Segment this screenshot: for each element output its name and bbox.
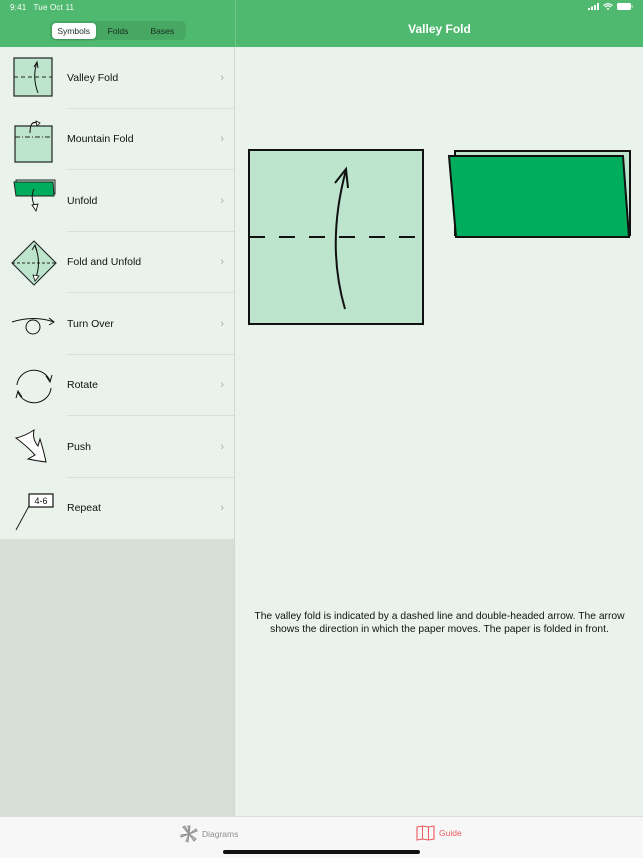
chevron-right-icon: › xyxy=(220,440,224,453)
list-item-label: Rotate xyxy=(67,379,98,392)
rotate-icon xyxy=(15,369,53,403)
repeat-badge: 4-6 xyxy=(34,496,47,506)
chevron-right-icon: › xyxy=(220,194,224,207)
chevron-right-icon: › xyxy=(220,379,224,392)
page-title: Valley Fold xyxy=(408,22,471,36)
symbol-list: Valley Fold › Mountain Fold › Unfold › F… xyxy=(0,47,234,539)
status-icons xyxy=(588,3,633,10)
tab-diagrams[interactable]: Diagrams xyxy=(180,825,238,843)
list-item-turn-over[interactable]: Turn Over › xyxy=(0,293,234,355)
turn-over-icon xyxy=(11,317,55,335)
status-time: 9:41 Tue Oct 11 xyxy=(10,3,74,12)
sidebar: Valley Fold › Mountain Fold › Unfold › F… xyxy=(0,47,235,816)
list-item-label: Valley Fold xyxy=(67,71,119,84)
status-date: Tue Oct 11 xyxy=(33,3,75,12)
segment-symbols[interactable]: Symbols xyxy=(51,22,96,39)
list-item-repeat[interactable]: 4-6 Repeat › xyxy=(0,478,234,540)
list-item-fold-and-unfold[interactable]: Fold and Unfold › xyxy=(0,232,234,293)
list-item-label: Mountain Fold xyxy=(67,133,134,146)
tab-guide-label: Guide xyxy=(439,828,462,838)
push-icon xyxy=(14,428,47,463)
list-item-label: Fold and Unfold xyxy=(67,256,142,269)
list-item-label: Turn Over xyxy=(67,317,114,330)
home-indicator[interactable] xyxy=(223,850,420,854)
fold-and-unfold-icon xyxy=(11,239,57,286)
cellular-signal-icon xyxy=(588,3,599,10)
list-item-unfold[interactable]: Unfold › xyxy=(0,170,234,232)
header: 9:41 Tue Oct 11 Symbols Folds Bases Vall… xyxy=(0,0,643,47)
segment-bases[interactable]: Bases xyxy=(140,23,184,39)
segmented-control: Symbols Folds Bases xyxy=(50,21,186,40)
list-item-push[interactable]: Push › xyxy=(0,416,234,478)
chevron-right-icon: › xyxy=(220,502,224,515)
segment-folds[interactable]: Folds xyxy=(96,23,140,39)
list-item-valley-fold[interactable]: Valley Fold › xyxy=(0,47,234,109)
map-book-icon xyxy=(416,825,435,841)
list-item-label: Unfold xyxy=(67,194,98,207)
description-text: The valley fold is indicated by a dashed… xyxy=(254,611,625,635)
tab-diagrams-label: Diagrams xyxy=(202,829,239,839)
chevron-right-icon: › xyxy=(220,133,224,146)
flower-icon xyxy=(180,825,198,843)
tab-bar: Diagrams Guide xyxy=(0,816,643,858)
mountain-fold-icon xyxy=(14,119,53,163)
unfold-icon xyxy=(13,179,56,213)
list-item-rotate[interactable]: Rotate › xyxy=(0,355,234,416)
status-clock: 9:41 xyxy=(10,3,27,12)
list-item-label: Repeat xyxy=(67,502,101,515)
detail-pane: The valley fold is indicated by a dashed… xyxy=(236,47,643,816)
list-item-label: Push xyxy=(67,440,91,453)
battery-icon xyxy=(617,3,633,10)
valley-fold-diagram-after xyxy=(447,150,631,238)
chevron-right-icon: › xyxy=(220,317,224,330)
repeat-icon: 4-6 xyxy=(15,492,54,530)
list-item-mountain-fold[interactable]: Mountain Fold › xyxy=(0,109,234,170)
valley-fold-diagram-before xyxy=(248,149,424,325)
tab-guide[interactable]: Guide xyxy=(416,825,462,841)
chevron-right-icon: › xyxy=(220,256,224,269)
valley-fold-icon xyxy=(13,57,53,97)
chevron-right-icon: › xyxy=(220,71,224,84)
wifi-icon xyxy=(603,3,613,10)
